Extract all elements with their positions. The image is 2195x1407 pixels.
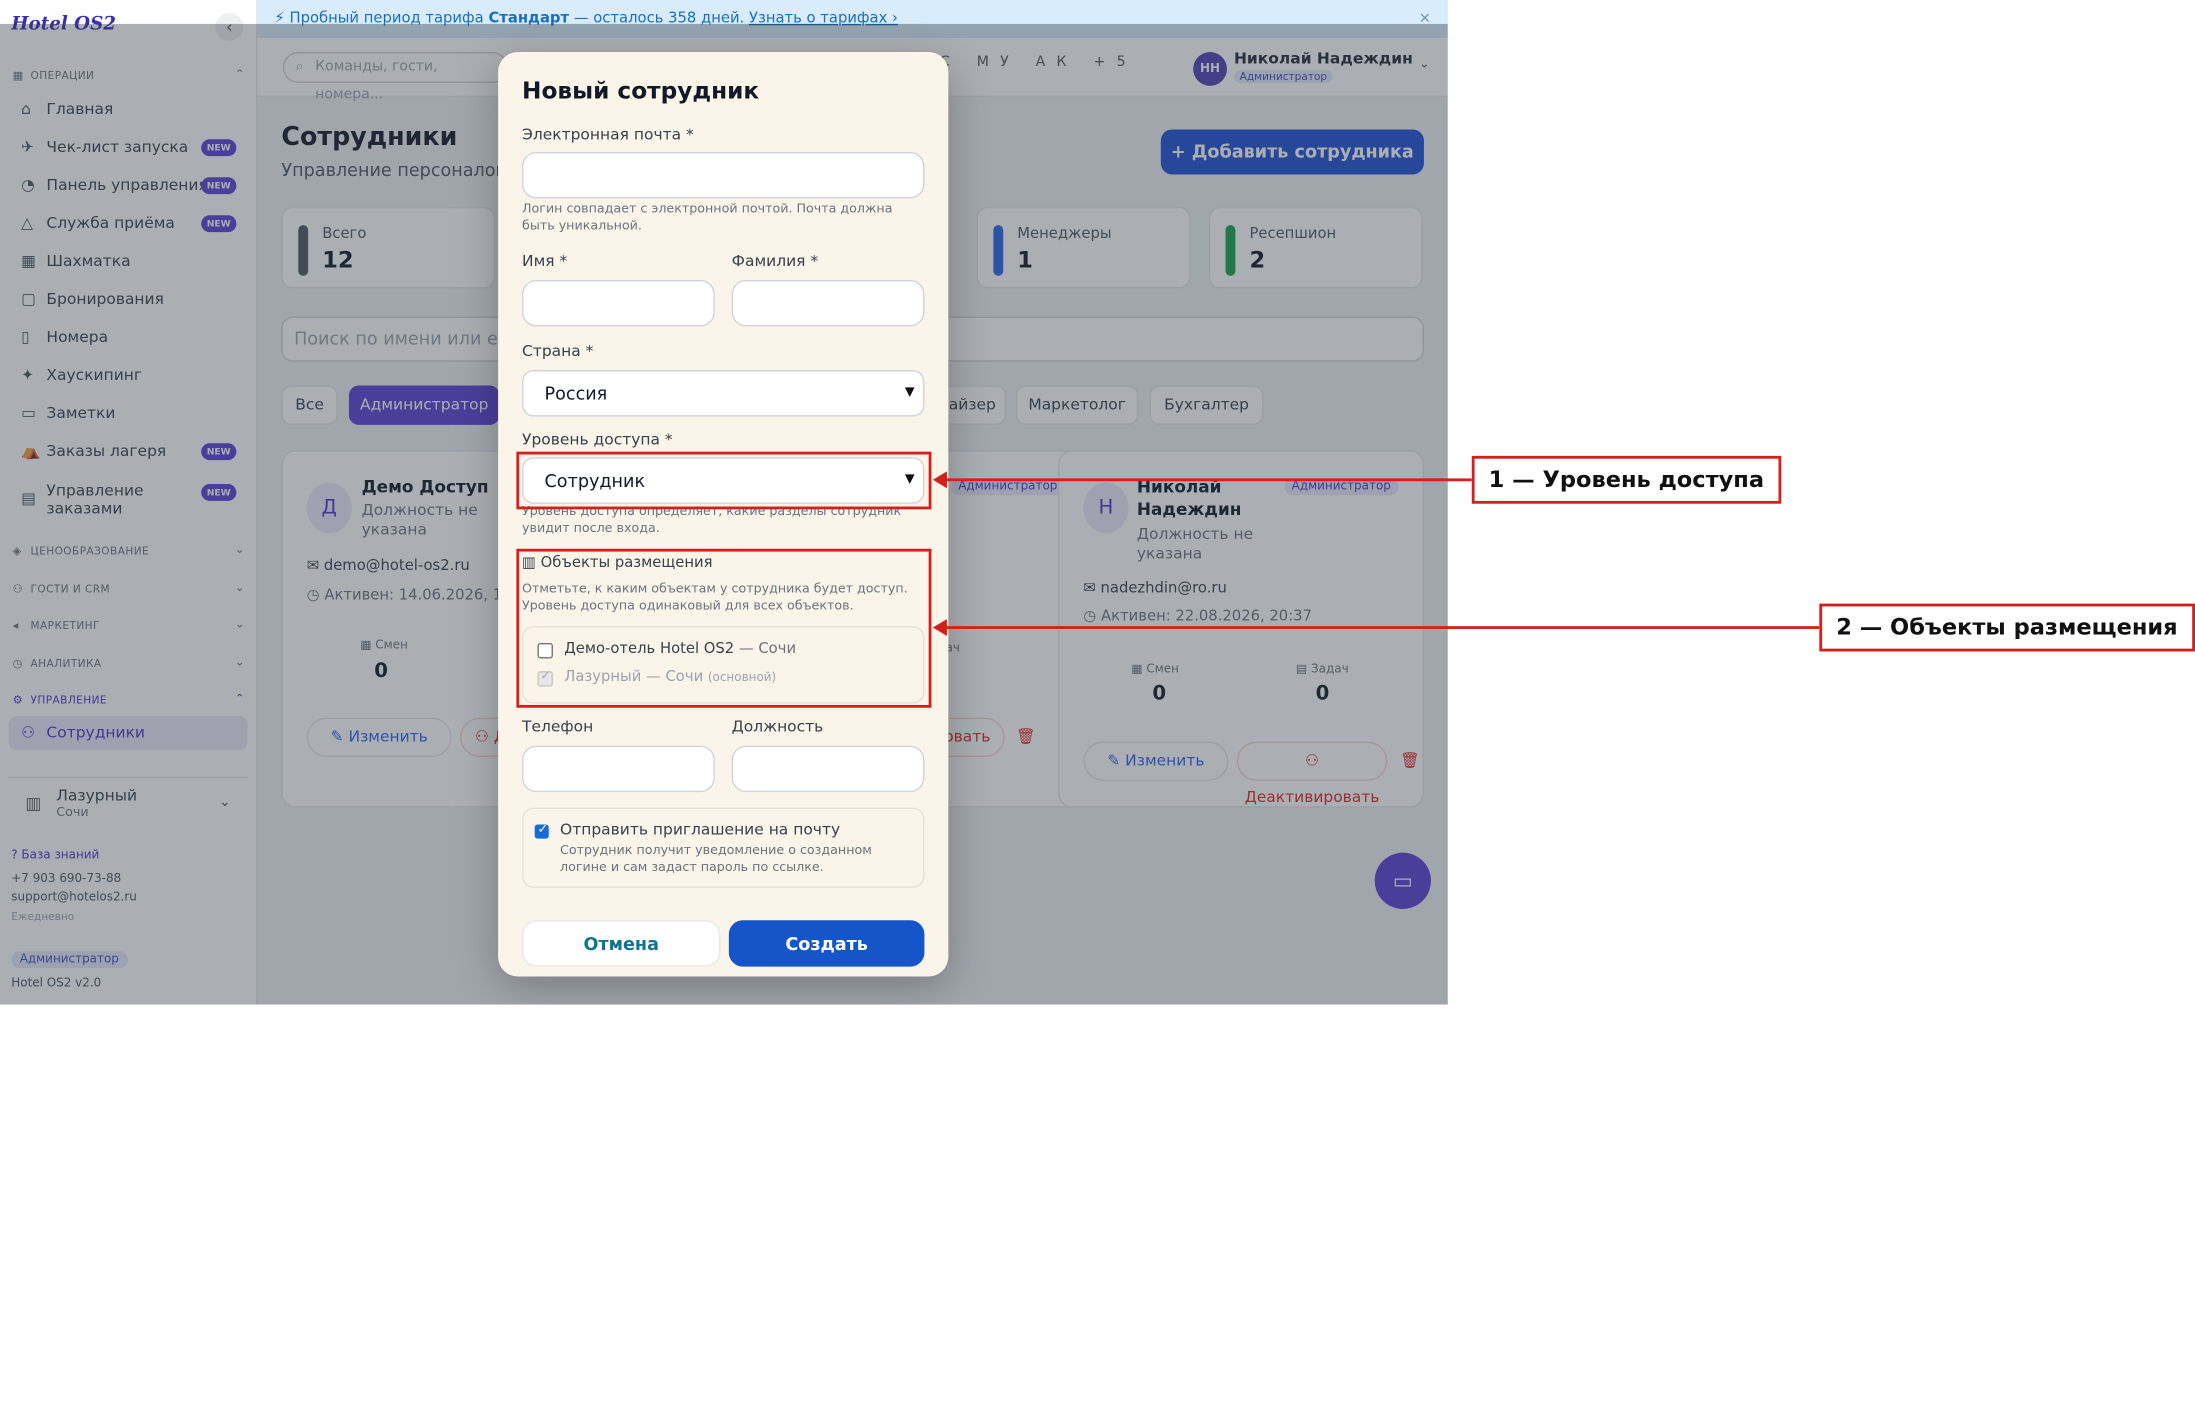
phone-label: Телефон <box>522 717 594 736</box>
country-select[interactable]: Россия ▼ <box>522 370 925 417</box>
access-level-label: Уровень доступа * <box>522 430 673 449</box>
annotation-arrow-line <box>945 626 1820 629</box>
annotation-arrow-line <box>945 478 1472 482</box>
first-name-field[interactable] <box>522 280 715 327</box>
phone-field[interactable] <box>522 745 715 793</box>
position-field[interactable] <box>731 745 925 793</box>
last-name-label: Фамилия * <box>731 251 819 271</box>
chevron-down-icon: ▼ <box>904 385 915 400</box>
position-label: Должность <box>731 717 824 736</box>
new-employee-modal: Новый сотрудник Электронная почта * Логи… <box>498 52 949 977</box>
cancel-button[interactable]: Отмена <box>522 920 721 967</box>
modal-title: Новый сотрудник <box>522 77 760 105</box>
access-level-hint: Уровень доступа определяет, какие раздел… <box>522 505 902 536</box>
annotation-highlight-objects <box>516 548 932 708</box>
screenshot-root: Hotel OS2 ‹ ▦ ОПЕРАЦИИ ⌃ ⌂ Главная ✈ Чек-ли… <box>0 0 2195 1407</box>
annotation-label-2: 2 — Объекты размещения <box>1819 603 2195 652</box>
country-value: Россия <box>544 382 608 404</box>
annotation-highlight-access-level <box>516 451 932 510</box>
email-field[interactable] <box>522 151 925 199</box>
annotation-label-1: 1 — Уровень доступа <box>1471 455 1781 504</box>
email-hint: Логин совпадает с электронной почтой. По… <box>522 202 893 233</box>
email-label: Электронная почта * <box>522 125 694 144</box>
invite-checkbox[interactable] <box>534 823 549 839</box>
invite-option: Отправить приглашение на почту Сотрудник… <box>522 807 925 888</box>
invite-label[interactable]: Отправить приглашение на почту <box>560 820 840 838</box>
first-name-label: Имя * <box>522 251 568 271</box>
country-label: Страна * <box>522 341 594 361</box>
create-button[interactable]: Создать <box>728 920 925 967</box>
invite-hint: Сотрудник получит уведомление о созданно… <box>560 844 872 875</box>
last-name-field[interactable] <box>731 280 925 327</box>
